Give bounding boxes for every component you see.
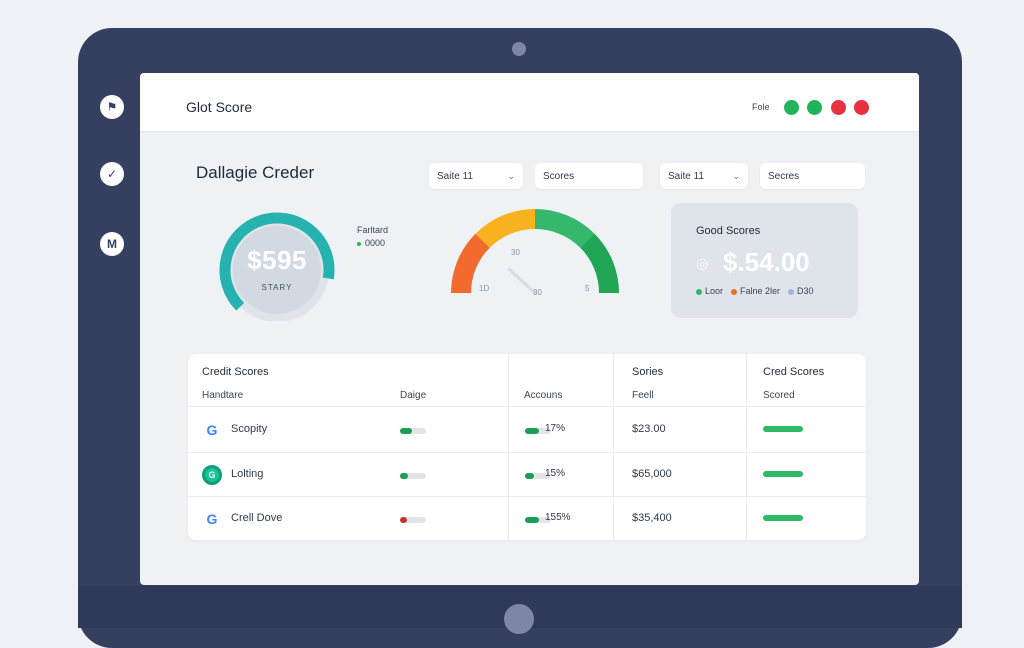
- google-icon: G: [206, 422, 218, 438]
- legend-dot-icon: [788, 288, 795, 295]
- good-scores-legend: Loor Falne 2ler D30: [696, 286, 814, 296]
- table-row[interactable]: G Crell Dove 155% $35,400: [188, 497, 866, 541]
- column-header[interactable]: Accouns: [524, 390, 562, 401]
- gauge-tick-label: 30: [511, 248, 520, 257]
- gauge-segment-3: [534, 209, 595, 249]
- row-percent: 155%: [545, 512, 571, 523]
- row-percent: 15%: [545, 468, 566, 479]
- app-title: Glot Score: [186, 99, 253, 115]
- usage-bar-fill: [400, 428, 412, 434]
- row-name: Scopity: [231, 423, 268, 435]
- legend-dot-icon: [696, 288, 702, 295]
- usage-bar: [400, 428, 426, 434]
- row-divider: [188, 406, 866, 407]
- gauge-segment-2: [475, 209, 536, 249]
- row-name: Crell Dove: [231, 512, 283, 524]
- score-bar: [763, 515, 803, 521]
- row-amount: $35,400: [632, 512, 672, 524]
- ring-score-value: $595: [247, 245, 307, 275]
- camera-icon: [512, 42, 526, 56]
- good-scores-value: $.54.00: [723, 247, 810, 277]
- column-header[interactable]: Handtare: [202, 390, 243, 401]
- filter-select-3[interactable]: Saite 11 ⌄: [660, 163, 748, 189]
- gauge-segment-4: [579, 233, 619, 294]
- check-icon[interactable]: ✓: [100, 162, 124, 186]
- score-bar: [763, 471, 803, 477]
- google-icon: G: [206, 511, 218, 527]
- legend-dot-icon: [357, 241, 361, 246]
- mail-icon[interactable]: M: [100, 232, 124, 256]
- legend-item: Falne 2ler: [731, 286, 780, 296]
- accounts-bar-fill: [525, 517, 540, 523]
- ring-legend-value: 0000: [357, 238, 385, 248]
- table-row[interactable]: G Scopity 17% $23.00: [188, 408, 866, 452]
- app-screen: Glot Score Fole Dallagie Creder Saite 11…: [140, 73, 919, 585]
- usage-bar-fill: [400, 473, 408, 479]
- green-dot-2[interactable]: [807, 100, 822, 115]
- credit-scores-table: Credit Scores Sories Cred Scores Handtar…: [188, 354, 866, 540]
- gauge-needle: [507, 267, 537, 295]
- column-divider: [613, 354, 614, 406]
- gauge-chart: 1D 30 30 5: [451, 209, 619, 297]
- gauge-tick-label: 5: [585, 284, 590, 293]
- column-header[interactable]: Scored: [763, 390, 795, 401]
- filter-select-label: Scores: [543, 170, 575, 182]
- ring-legend-title: Farltard: [357, 225, 389, 235]
- ring-score-sublabel: STARY: [261, 283, 293, 292]
- usage-bar: [400, 473, 426, 479]
- grammarly-icon: G: [202, 465, 222, 485]
- header-label[interactable]: Fole: [752, 102, 770, 112]
- page-title: Dallagie Creder: [196, 163, 315, 182]
- row-percent: 17%: [545, 423, 566, 434]
- usage-bar-fill: [400, 517, 407, 523]
- row-amount: $65,000: [632, 468, 672, 480]
- accounts-bar-fill: [525, 473, 535, 479]
- good-scores-card: Good Scores ◎ $.54.00 Loor Falne 2ler D3…: [671, 203, 858, 318]
- chevron-down-icon: ⌄: [507, 170, 515, 181]
- legend-dot-icon: [731, 288, 738, 295]
- filter-select-label: Saite 11: [668, 170, 704, 182]
- score-ring-widget: $595 STARY: [212, 205, 342, 322]
- filter-select-label: Secres: [768, 170, 800, 182]
- table-title: Credit Scores: [202, 366, 269, 378]
- flag-icon[interactable]: ⚑: [100, 95, 124, 119]
- group-header-cred-scores: Cred Scores: [763, 366, 825, 378]
- filter-select-1[interactable]: Saite 11 ⌄: [429, 163, 523, 189]
- filter-select-2[interactable]: Scores: [535, 163, 643, 189]
- row-name: Lolting: [231, 468, 264, 480]
- ring-legend-number: 0000: [365, 238, 386, 248]
- filter-select-label: Saite 11: [437, 170, 473, 182]
- legend-label: Falne 2ler: [740, 286, 781, 296]
- column-header[interactable]: Feell: [632, 390, 654, 401]
- green-dot-1[interactable]: [784, 100, 799, 115]
- top-bar: Glot Score Fole: [140, 73, 919, 132]
- row-amount: $23.00: [632, 423, 666, 435]
- usage-bar: [400, 517, 426, 523]
- red-dot-2[interactable]: [854, 100, 869, 115]
- legend-label: D30: [797, 286, 814, 296]
- group-header-sories: Sories: [632, 366, 664, 378]
- accounts-bar-fill: [525, 428, 540, 434]
- gauge-tick-label: 30: [533, 288, 542, 297]
- table-row[interactable]: G Lolting 15% $65,000: [188, 453, 866, 497]
- target-icon: ◎: [696, 255, 709, 271]
- legend-item: D30: [788, 286, 814, 296]
- score-bar: [763, 426, 803, 432]
- red-dot-1[interactable]: [831, 100, 846, 115]
- good-scores-title: Good Scores: [696, 225, 761, 237]
- gauge-tick-label: 1D: [479, 284, 489, 293]
- filter-select-4[interactable]: Secres: [760, 163, 865, 189]
- legend-label: Loor: [705, 286, 724, 296]
- home-button[interactable]: [504, 604, 534, 634]
- chevron-down-icon: ⌄: [732, 170, 740, 181]
- gauge-widget: 1D 30 30 5: [445, 203, 625, 313]
- legend-item: Loor: [696, 286, 723, 296]
- column-header[interactable]: Daige: [400, 390, 426, 401]
